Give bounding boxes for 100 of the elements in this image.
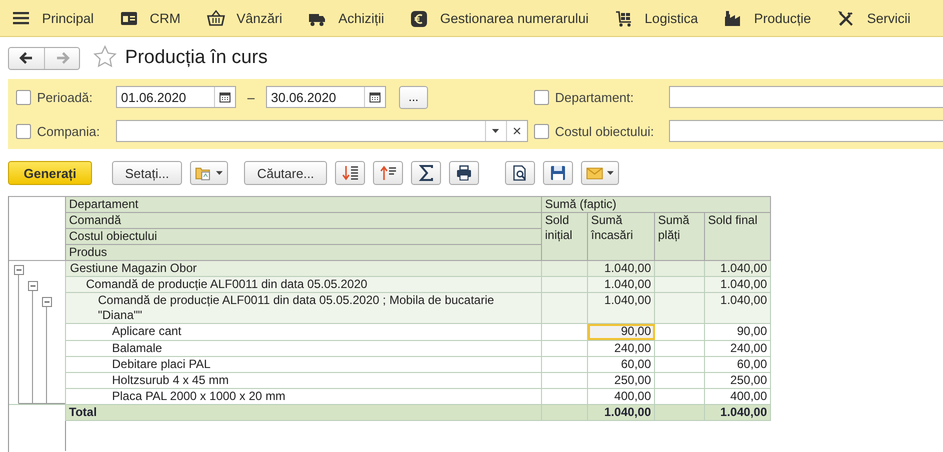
department-field[interactable] [669,86,943,108]
table-cell[interactable] [542,372,588,388]
table-cell[interactable]: 60,00 [704,356,770,372]
sum-icon [418,165,435,181]
menu-item[interactable]: Vânzări [206,10,282,26]
cart-icon [614,10,633,26]
table-cell[interactable] [654,276,704,293]
calendar-icon[interactable] [219,91,231,103]
table-cell[interactable] [654,340,704,356]
toolbar-button[interactable]: Setați... [112,161,182,185]
total-cell[interactable]: 1.040,00 [704,404,770,420]
table-cell[interactable]: 90,00 [704,324,770,340]
table-cell[interactable]: 60,00 [588,356,654,372]
table-cell[interactable]: 1.040,00 [704,292,770,324]
row-label: Comandă de producție ALF0011 din data 05.05.2020 [66,276,542,293]
basket-icon [206,10,225,26]
table-cell[interactable] [654,356,704,372]
table-cell[interactable]: 90,00 [588,324,654,340]
checkbox[interactable] [16,124,31,138]
checkbox[interactable] [16,90,31,104]
sort-descending-icon [342,165,359,181]
dash-separator: – [246,90,256,104]
checkbox[interactable] [534,124,549,138]
field-label: Perioadă: [37,90,94,104]
row-label: Balamale [66,340,542,356]
table-cell[interactable] [654,324,704,340]
id-card-icon [120,10,138,26]
menu-item[interactable]: Achiziții [308,10,384,26]
euro-icon [410,10,428,26]
sort-descending-button[interactable] [335,161,366,185]
save-button[interactable] [543,161,574,185]
window-title: Producția în curs [125,47,268,69]
table-cell[interactable] [654,372,704,388]
print-button[interactable] [449,161,480,185]
field-label: Costul obiectului: [555,124,655,138]
sort-ascending-button[interactable] [373,161,404,185]
row-label: Comandă de producție ALF0011 din data 05.05.2020 ; Mobila de bucatarie "Diana"" [66,292,542,324]
collapse-icon[interactable] [28,281,38,291]
menu-icon [12,10,30,26]
field-label: Compania: [37,124,101,138]
table-cell[interactable]: 1.040,00 [588,260,654,277]
collapse-icon[interactable] [42,297,52,307]
column-header: Produs [66,244,542,260]
table-cell[interactable]: 250,00 [704,372,770,388]
menu-item[interactable]: Servicii [837,10,911,26]
column-header: Sumă plăți [654,212,704,260]
folder-icon [195,164,212,182]
row-label: Aplicare cant [66,324,542,340]
table-cell[interactable]: 1.040,00 [588,292,654,324]
table-cell[interactable] [542,340,588,356]
table-cell[interactable] [654,260,704,277]
column-header: Comandă [66,212,542,228]
menu-item[interactable]: Principal [12,10,94,26]
printer-icon [456,165,473,181]
date-field[interactable]: 30.06.2020 [266,86,386,108]
row-label: Debitare placi PAL [66,356,542,372]
sum-button[interactable] [411,161,442,185]
toolbar-button[interactable]: Căutare... [244,161,328,185]
cost-object-field[interactable] [669,120,943,142]
table-cell[interactable] [542,260,588,277]
table-cell[interactable] [542,292,588,324]
star-icon[interactable] [93,45,117,68]
table-cell[interactable]: 1.040,00 [588,276,654,293]
menu-item[interactable]: Producție [724,10,812,26]
field-label: Departament: [555,90,635,104]
total-cell[interactable] [542,404,588,420]
folder-menu-button[interactable] [190,161,228,185]
caret-icon [216,171,224,175]
checkbox[interactable] [534,90,549,104]
calendar-icon[interactable] [369,91,381,103]
factory-icon [724,10,742,26]
column-header: Departament [66,196,542,212]
column-header: Sumă încasări [588,212,654,260]
preview-button[interactable] [505,161,536,185]
total-label: Total [66,404,542,420]
table-cell[interactable]: 1.040,00 [704,276,770,293]
table-cell[interactable] [542,276,588,293]
menu-item[interactable]: Gestionarea numerarului [410,10,589,26]
table-cell[interactable]: 250,00 [588,372,654,388]
column-header: Sold inițial [542,212,588,260]
table-cell[interactable] [542,356,588,372]
more-button[interactable]: ... [399,86,428,108]
sort-ascending-icon [380,165,397,181]
caret-icon [607,171,614,175]
table-cell[interactable]: 240,00 [704,340,770,356]
menu-item[interactable]: Logistica [614,10,698,26]
total-cell[interactable] [654,404,704,420]
column-header: Sumă (faptic) [542,196,770,212]
table-cell[interactable] [654,292,704,324]
menu-item[interactable]: CRM [120,10,181,26]
email-menu-button[interactable] [581,161,620,185]
dropdown-icon[interactable] [492,128,500,134]
table-cell[interactable]: 1.040,00 [704,260,770,277]
date-field[interactable]: 01.06.2020 [116,86,236,108]
company-field[interactable] [116,120,528,142]
table-cell[interactable]: 240,00 [588,340,654,356]
generate-button[interactable]: Generați [8,161,92,185]
collapse-icon[interactable] [14,265,24,275]
total-cell[interactable]: 1.040,00 [588,404,654,420]
clear-icon[interactable] [513,127,521,135]
